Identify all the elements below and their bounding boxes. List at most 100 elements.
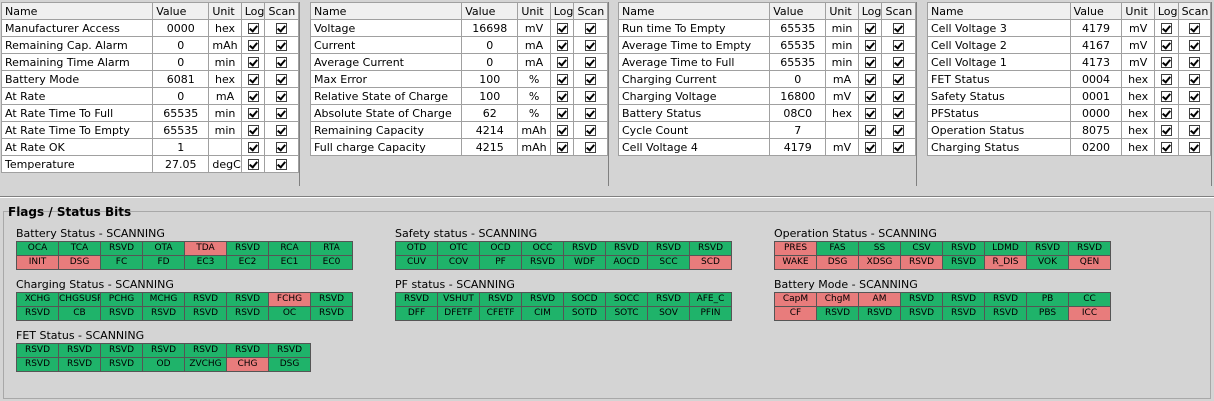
scan-checkbox[interactable]	[585, 108, 597, 119]
scan-checkbox[interactable]	[893, 108, 905, 119]
log-checkbox[interactable]	[247, 57, 259, 68]
scan-checkbox[interactable]	[585, 91, 597, 102]
scan-checkbox[interactable]	[585, 142, 597, 153]
scan-checkbox[interactable]	[276, 57, 288, 68]
column-header-log[interactable]: Log	[1153, 2, 1179, 20]
column-header-name[interactable]: Name	[927, 2, 1071, 20]
scan-checkbox[interactable]	[585, 125, 597, 136]
column-header-value[interactable]: Value	[461, 2, 519, 20]
table-row[interactable]: Average Time to Full 65535 min	[617, 53, 916, 71]
log-checkbox[interactable]	[247, 108, 259, 119]
scan-checkbox[interactable]	[276, 74, 288, 85]
log-checkbox[interactable]	[1160, 23, 1172, 34]
column-header-value[interactable]: Value	[152, 2, 210, 20]
log-checkbox[interactable]	[247, 159, 259, 170]
column-header-unit[interactable]: Unit	[1121, 2, 1155, 20]
log-checkbox[interactable]	[556, 23, 568, 34]
log-checkbox[interactable]	[556, 125, 568, 136]
column-header-value[interactable]: Value	[769, 2, 827, 20]
table-row[interactable]: At Rate Time To Full 65535 min	[0, 104, 299, 122]
log-checkbox[interactable]	[1160, 57, 1172, 68]
table-row[interactable]: Operation Status 8075 hex	[927, 121, 1212, 139]
scan-checkbox[interactable]	[893, 23, 905, 34]
log-checkbox[interactable]	[247, 91, 259, 102]
table-row[interactable]: Voltage 16698 mV	[309, 19, 608, 37]
table-row[interactable]: Current 0 mA	[309, 36, 608, 54]
log-checkbox[interactable]	[1160, 125, 1172, 136]
column-header-log[interactable]: Log	[857, 2, 883, 20]
table-row[interactable]: Relative State of Charge 100%	[309, 87, 608, 105]
log-checkbox[interactable]	[247, 125, 259, 136]
log-checkbox[interactable]	[247, 142, 259, 153]
scan-checkbox[interactable]	[276, 142, 288, 153]
log-checkbox[interactable]	[556, 91, 568, 102]
scan-checkbox[interactable]	[893, 74, 905, 85]
scan-checkbox[interactable]	[893, 142, 905, 153]
log-checkbox[interactable]	[247, 74, 259, 85]
table-row[interactable]: Charging Current 0 mA	[617, 70, 916, 88]
scan-checkbox[interactable]	[893, 91, 905, 102]
scan-checkbox[interactable]	[893, 40, 905, 51]
log-checkbox[interactable]	[864, 142, 876, 153]
table-row[interactable]: FET Status 0004 hex	[927, 70, 1212, 88]
column-header-scan[interactable]: Scan	[881, 2, 916, 20]
log-checkbox[interactable]	[864, 40, 876, 51]
column-header-unit[interactable]: Unit	[517, 2, 551, 20]
table-row[interactable]: Full charge Capacity 4215 mAh	[309, 138, 608, 156]
column-header-unit[interactable]: Unit	[825, 2, 859, 20]
scan-checkbox[interactable]	[585, 57, 597, 68]
table-row[interactable]: Average Time to Empty 65535 min	[617, 36, 916, 54]
scan-checkbox[interactable]	[1188, 108, 1200, 119]
scan-checkbox[interactable]	[1188, 74, 1200, 85]
table-row[interactable]: PFStatus 0000 hex	[927, 104, 1212, 122]
table-row[interactable]: At Rate 0 mA	[0, 87, 299, 105]
scan-checkbox[interactable]	[893, 125, 905, 136]
log-checkbox[interactable]	[864, 91, 876, 102]
table-row[interactable]: At Rate OK 1	[0, 138, 299, 156]
table-row[interactable]: Manufacturer Access 0000 hex	[0, 19, 299, 37]
table-row[interactable]: Battery Mode 6081 hex	[0, 70, 299, 88]
column-header-scan[interactable]: Scan	[264, 2, 299, 20]
scan-checkbox[interactable]	[893, 57, 905, 68]
scan-checkbox[interactable]	[1188, 125, 1200, 136]
table-row[interactable]: Charging Voltage 16800 mV	[617, 87, 916, 105]
table-row[interactable]: Absolute State of Charge 62%	[309, 104, 608, 122]
column-header-log[interactable]: Log	[240, 2, 266, 20]
scan-checkbox[interactable]	[276, 108, 288, 119]
table-row[interactable]: Remaining Time Alarm 0 min	[0, 53, 299, 71]
column-header-unit[interactable]: Unit	[208, 2, 242, 20]
scan-checkbox[interactable]	[276, 40, 288, 51]
column-header-name[interactable]: Name	[617, 2, 771, 20]
scan-checkbox[interactable]	[1188, 57, 1200, 68]
log-checkbox[interactable]	[556, 142, 568, 153]
table-row[interactable]: Cell Voltage 3 4179 mV	[927, 19, 1212, 37]
log-checkbox[interactable]	[556, 108, 568, 119]
log-checkbox[interactable]	[864, 23, 876, 34]
log-checkbox[interactable]	[247, 40, 259, 51]
log-checkbox[interactable]	[1160, 142, 1172, 153]
scan-checkbox[interactable]	[585, 74, 597, 85]
column-header-name[interactable]: Name	[309, 2, 463, 20]
table-row[interactable]: Remaining Cap. Alarm 0 mAh	[0, 36, 299, 54]
log-checkbox[interactable]	[556, 40, 568, 51]
log-checkbox[interactable]	[864, 74, 876, 85]
log-checkbox[interactable]	[1160, 108, 1172, 119]
table-row[interactable]: At Rate Time To Empty 65535 min	[0, 121, 299, 139]
table-row[interactable]: Charging Status 0200 hex	[927, 138, 1212, 156]
scan-checkbox[interactable]	[1188, 91, 1200, 102]
table-row[interactable]: Cycle Count 7	[617, 121, 916, 139]
log-checkbox[interactable]	[247, 23, 259, 34]
table-row[interactable]: Run time To Empty 65535 min	[617, 19, 916, 37]
scan-checkbox[interactable]	[585, 40, 597, 51]
scan-checkbox[interactable]	[1188, 142, 1200, 153]
table-row[interactable]: Safety Status 0001 hex	[927, 87, 1212, 105]
table-row[interactable]: Cell Voltage 2 4167 mV	[927, 36, 1212, 54]
table-row[interactable]: Cell Voltage 1 4173 mV	[927, 53, 1212, 71]
log-checkbox[interactable]	[864, 125, 876, 136]
scan-checkbox[interactable]	[585, 23, 597, 34]
table-row[interactable]: Cell Voltage 4 4179 mV	[617, 138, 916, 156]
scan-checkbox[interactable]	[1188, 23, 1200, 34]
log-checkbox[interactable]	[864, 108, 876, 119]
log-checkbox[interactable]	[1160, 74, 1172, 85]
log-checkbox[interactable]	[1160, 40, 1172, 51]
